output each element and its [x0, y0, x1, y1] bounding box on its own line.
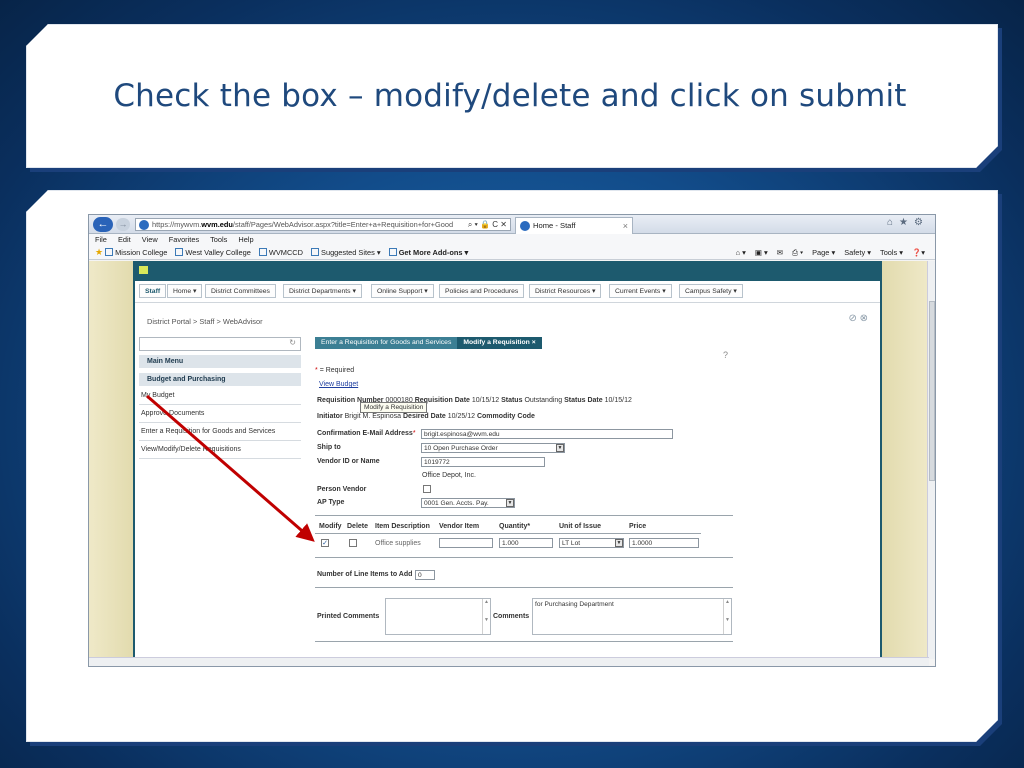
annotation-arrow: [146, 394, 315, 542]
